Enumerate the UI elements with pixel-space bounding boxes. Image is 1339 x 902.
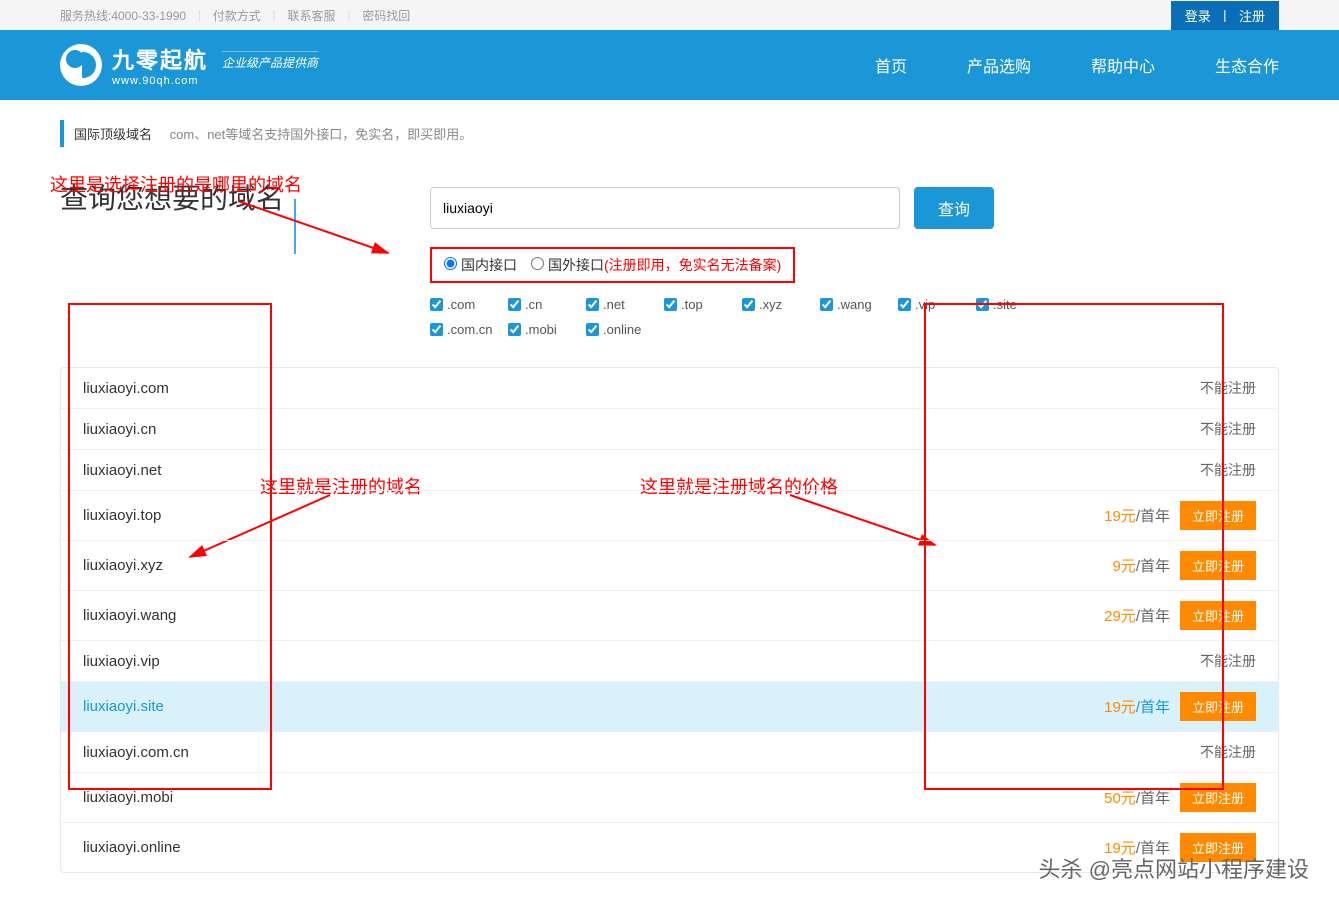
hotline: 服务热线:4000-33-1990 (60, 9, 186, 23)
pay-link[interactable]: 付款方式 (213, 9, 261, 23)
logo-icon (60, 44, 102, 86)
topbar-links: 服务热线:4000-33-1990 丨 付款方式 丨 联系客服 丨 密码找回 (60, 7, 410, 24)
tld-check[interactable]: .com.cn (430, 322, 508, 337)
nav-eco[interactable]: 生态合作 (1215, 53, 1279, 77)
watermark: 头杀 @亮点网站小程序建设 (1039, 852, 1309, 884)
tld-check[interactable]: .wang (820, 297, 898, 312)
blue-bar (294, 199, 296, 254)
radio-overseas[interactable]: 国外接口(注册即用，免实名无法备案) (531, 255, 781, 275)
pwd-link[interactable]: 密码找回 (362, 9, 410, 23)
tld-check[interactable]: .cn (508, 297, 586, 312)
nav: 首页 产品选购 帮助中心 生态合作 (875, 53, 1279, 77)
header: 九零起航 www.90qh.com 企业级产品提供商 首页 产品选购 帮助中心 … (0, 30, 1339, 100)
red-box-left (68, 303, 272, 790)
search-row: 查询 (430, 187, 1279, 229)
nav-products[interactable]: 产品选购 (967, 53, 1031, 77)
tld-check[interactable]: .com (430, 297, 508, 312)
login-link[interactable]: 登录 (1185, 9, 1211, 24)
logo-en: www.90qh.com (112, 75, 208, 87)
nav-home[interactable]: 首页 (875, 53, 907, 77)
logo[interactable]: 九零起航 www.90qh.com 企业级产品提供商 (60, 43, 318, 87)
search-button[interactable]: 查询 (914, 187, 994, 229)
announce-title: 国际顶级域名 (74, 127, 152, 142)
auth-box: 登录 丨 注册 (1171, 1, 1279, 30)
red-box-right (924, 303, 1224, 790)
radio-domestic[interactable]: 国内接口 (444, 255, 517, 275)
tld-check[interactable]: .xyz (742, 297, 820, 312)
price-text: 50元/首年 (1104, 787, 1170, 808)
search-input[interactable] (430, 187, 900, 229)
domain-name: liuxiaoyi.mobi (83, 789, 173, 806)
tld-check[interactable]: .online (586, 322, 664, 337)
announce-desc: com、net等域名支持国外接口，免实名，即买即用。 (170, 127, 473, 142)
tld-check[interactable]: .mobi (508, 322, 586, 337)
announce: 国际顶级域名 com、net等域名支持国外接口，免实名，即买即用。 (60, 120, 1279, 147)
tld-check[interactable]: .net (586, 297, 664, 312)
tld-check[interactable]: .top (664, 297, 742, 312)
annotation-1: 这里是选择注册的是哪里的域名 (50, 171, 302, 197)
interface-radio-group: 国内接口 国外接口(注册即用，免实名无法备案) (430, 247, 795, 283)
logo-cn: 九零起航 (112, 43, 208, 75)
register-link[interactable]: 注册 (1239, 9, 1265, 24)
logo-slogan: 企业级产品提供商 (222, 51, 318, 71)
contact-link[interactable]: 联系客服 (288, 9, 336, 23)
topbar: 服务热线:4000-33-1990 丨 付款方式 丨 联系客服 丨 密码找回 登… (0, 0, 1339, 30)
domain-name: liuxiaoyi.online (83, 839, 181, 856)
nav-help[interactable]: 帮助中心 (1091, 53, 1155, 77)
